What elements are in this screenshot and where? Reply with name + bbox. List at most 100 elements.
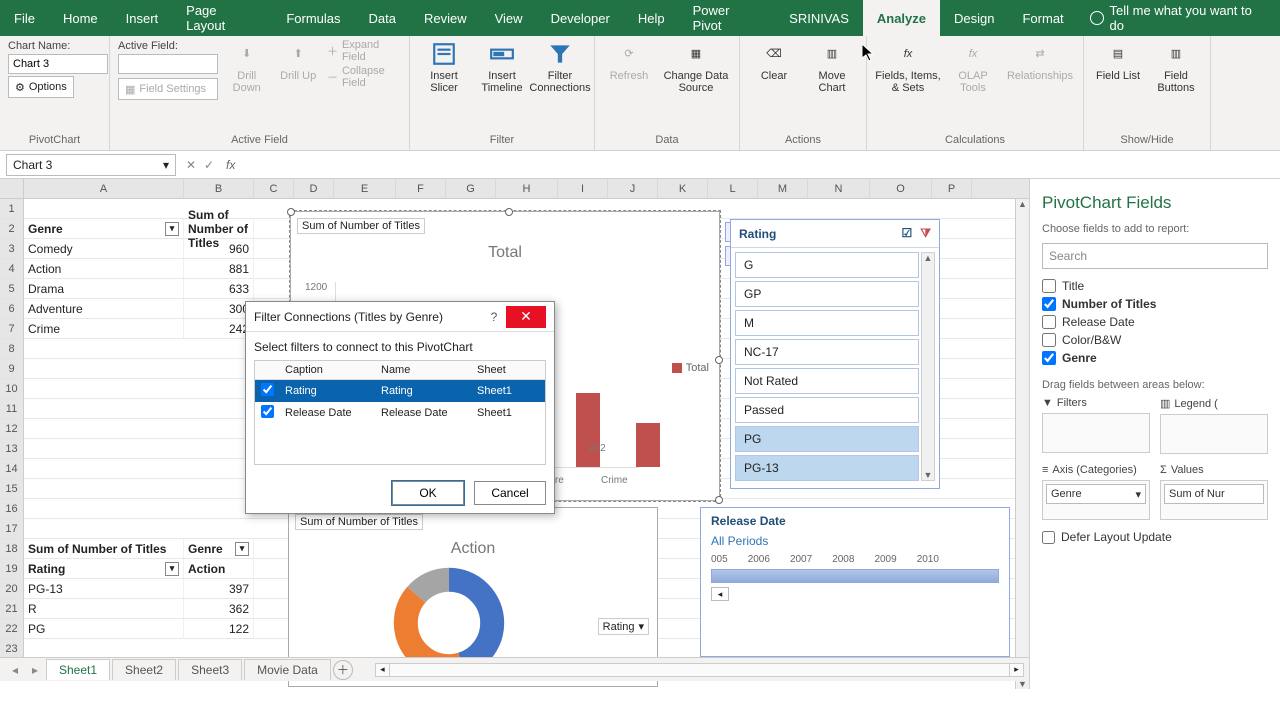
slicer-item[interactable]: GP — [735, 281, 919, 307]
worksheet-area[interactable]: A B C D E F G H I J K L M N O P 12345678… — [0, 179, 1030, 689]
col-K[interactable]: K — [658, 179, 708, 198]
slicer-item[interactable]: Not Rated — [735, 368, 919, 394]
table-row[interactable]: Action — [24, 259, 184, 278]
filter-icon[interactable]: ▾ — [165, 562, 179, 576]
tab-help[interactable]: Help — [624, 0, 679, 36]
field-item[interactable]: Title — [1042, 279, 1268, 293]
slicer-item[interactable]: G — [735, 252, 919, 278]
field-item[interactable]: Number of Titles — [1042, 297, 1268, 311]
multiselect-icon[interactable]: ☑ — [902, 226, 913, 241]
col-F[interactable]: F — [396, 179, 446, 198]
col-P[interactable]: P — [932, 179, 972, 198]
slicer-item[interactable]: PG-13 — [735, 455, 919, 481]
col-D[interactable]: D — [294, 179, 334, 198]
tab-pagelayout[interactable]: Page Layout — [172, 0, 272, 36]
select-all-cell[interactable] — [0, 179, 24, 198]
col-L[interactable]: L — [708, 179, 758, 198]
field-settings-button[interactable]: ▦ Field Settings — [118, 78, 218, 100]
ok-button[interactable]: OK — [392, 481, 464, 505]
move-chart-button[interactable]: ▥Move Chart — [806, 40, 858, 94]
table-row[interactable]: PG — [24, 619, 184, 638]
axis-pill[interactable]: Genre▾ — [1046, 484, 1146, 504]
release-date-timeline[interactable]: Release Date All Periods 005200620072008… — [700, 507, 1010, 657]
rating-slicer[interactable]: Rating ☑ ⧩ G GP M NC-17 Not Rated Passed… — [730, 219, 940, 489]
col-O[interactable]: O — [870, 179, 932, 198]
slicer-item[interactable]: NC-17 — [735, 339, 919, 365]
horizontal-scrollbar[interactable]: ◂▸ — [375, 663, 1024, 677]
new-sheet-button[interactable]: ＋ — [333, 660, 353, 680]
rating-filter-button[interactable]: Rating▾ — [598, 618, 649, 635]
olap-tools-button[interactable]: fxOLAP Tools — [947, 40, 999, 94]
cancel-button[interactable]: Cancel — [474, 481, 546, 505]
field-item[interactable]: Release Date — [1042, 315, 1268, 329]
options-button[interactable]: ⚙ Options — [8, 76, 74, 98]
scroll-right-icon[interactable]: ▸ — [1009, 664, 1023, 676]
tab-nav-left[interactable]: ◂ — [6, 663, 24, 677]
field-list-button[interactable]: ▤Field List — [1092, 40, 1144, 82]
drill-up-button[interactable]: ⬆Drill Up — [275, 40, 320, 82]
clear-button[interactable]: ⌫Clear — [748, 40, 800, 82]
clear-filter-icon[interactable]: ⧩ — [920, 226, 931, 241]
col-E[interactable]: E — [334, 179, 396, 198]
fx-button[interactable]: fx — [218, 158, 243, 172]
axis-dropzone[interactable]: Genre▾ — [1042, 480, 1150, 520]
chart-name-input[interactable] — [8, 54, 108, 74]
refresh-button[interactable]: ⟳Refresh — [603, 40, 655, 82]
tab-insert[interactable]: Insert — [112, 0, 173, 36]
cancel-formula-icon[interactable]: ✕ — [182, 158, 200, 172]
values-pill[interactable]: Sum of Nur — [1164, 484, 1264, 504]
tab-formulas[interactable]: Formulas — [272, 0, 354, 36]
expand-field-button[interactable]: ＋Expand Field — [327, 40, 401, 62]
help-button[interactable]: ? — [482, 310, 506, 324]
col-G[interactable]: G — [446, 179, 496, 198]
pivot2-title[interactable]: Sum of Number of Titles — [24, 539, 184, 558]
legend-dropzone[interactable] — [1160, 414, 1268, 454]
sheet-tab[interactable]: Movie Data — [244, 659, 331, 680]
insert-timeline-button[interactable]: Insert Timeline — [476, 40, 528, 94]
tab-format[interactable]: Format — [1008, 0, 1077, 36]
filter-icon[interactable]: ▾ — [165, 222, 179, 236]
vertical-scrollbar[interactable]: ▲▼ — [1015, 199, 1029, 689]
dialog-checkbox[interactable] — [261, 383, 274, 396]
filters-dropzone[interactable] — [1042, 413, 1150, 453]
drill-down-button[interactable]: ⬇Drill Down — [224, 40, 269, 94]
table-row[interactable]: PG-13 — [24, 579, 184, 598]
chart-field-button[interactable]: Sum of Number of Titles — [297, 218, 425, 234]
dialog-row[interactable]: RatingRatingSheet1 — [255, 380, 545, 402]
tell-me[interactable]: Tell me what you want to do — [1078, 0, 1280, 36]
table-row[interactable]: R — [24, 599, 184, 618]
field-buttons-button[interactable]: ▥Field Buttons — [1150, 40, 1202, 94]
chart-field-button[interactable]: Sum of Number of Titles — [295, 514, 423, 530]
tab-view[interactable]: View — [481, 0, 537, 36]
table-row[interactable]: Comedy — [24, 239, 184, 258]
defer-layout-checkbox[interactable]: Defer Layout Update — [1042, 530, 1268, 544]
sheet-tab[interactable]: Sheet2 — [112, 659, 176, 680]
table-row[interactable]: Drama — [24, 279, 184, 298]
slicer-item[interactable]: Passed — [735, 397, 919, 423]
col-N[interactable]: N — [808, 179, 870, 198]
tab-srinivas[interactable]: SRINIVAS — [775, 0, 863, 36]
tab-file[interactable]: File — [0, 0, 49, 36]
pivot2-col-field[interactable]: Genre▾ — [184, 539, 254, 558]
scroll-left-icon[interactable]: ◂ — [376, 664, 390, 676]
enter-formula-icon[interactable]: ✓ — [200, 158, 218, 172]
name-box[interactable]: Chart 3▾ — [6, 154, 176, 176]
dialog-checkbox[interactable] — [261, 405, 274, 418]
tab-home[interactable]: Home — [49, 0, 112, 36]
tab-developer[interactable]: Developer — [537, 0, 624, 36]
close-button[interactable]: ✕ — [506, 306, 546, 328]
tab-analyze[interactable]: Analyze — [863, 0, 940, 36]
sheet-tab[interactable]: Sheet1 — [46, 659, 110, 680]
pivot1-value-header[interactable]: Sum of Number of Titles — [184, 219, 254, 238]
col-J[interactable]: J — [608, 179, 658, 198]
slicer-item[interactable]: M — [735, 310, 919, 336]
pivot1-row-field[interactable]: Genre▾ — [24, 219, 184, 238]
insert-slicer-button[interactable]: Insert Slicer — [418, 40, 470, 94]
scroll-up-icon[interactable]: ▲ — [1018, 199, 1027, 209]
dialog-row[interactable]: Release DateRelease DateSheet1 — [255, 402, 545, 424]
tab-nav-right[interactable]: ▸ — [26, 663, 44, 677]
slicer-item[interactable]: PG — [735, 426, 919, 452]
filter-connections-button[interactable]: Filter Connections — [534, 40, 586, 94]
collapse-field-button[interactable]: －Collapse Field — [327, 66, 401, 88]
change-data-source-button[interactable]: ▦Change Data Source — [661, 40, 731, 94]
